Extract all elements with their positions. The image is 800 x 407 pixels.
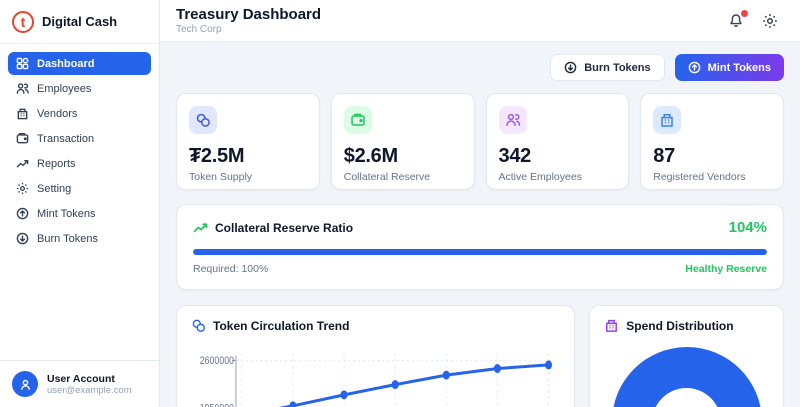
ratio-title: Collateral Reserve Ratio xyxy=(215,221,353,235)
svg-text:1950000: 1950000 xyxy=(200,403,235,407)
burn-tokens-label: Burn Tokens xyxy=(584,62,650,74)
spend-donut xyxy=(612,347,762,407)
arrow-down-circle-icon xyxy=(564,61,577,74)
app-window: t Digital Cash Dashboard Employees Vendo… xyxy=(0,0,800,407)
charts-row: Token Circulation Trend 2600000 1950000 S… xyxy=(176,305,784,407)
gear-icon xyxy=(762,13,778,29)
dashboard-content: Burn Tokens Mint Tokens ₮2.5M Token Supp… xyxy=(160,42,800,407)
burn-tokens-button[interactable]: Burn Tokens xyxy=(550,54,664,81)
user-avatar xyxy=(12,371,38,397)
collateral-reserve-ratio-card: Collateral Reserve Ratio 104% Required: … xyxy=(176,204,784,290)
wallet-icon xyxy=(344,106,372,134)
page-subtitle: Tech Corp xyxy=(176,24,321,35)
sidebar-item-setting[interactable]: Setting xyxy=(8,177,151,200)
token-circulation-trend-card: Token Circulation Trend 2600000 1950000 xyxy=(176,305,575,407)
digital-cash-logo-icon: t xyxy=(12,11,34,33)
sidebar-item-label: Setting xyxy=(37,183,71,195)
required-label: Required: 100% xyxy=(193,263,268,275)
stats-grid: ₮2.5M Token Supply $2.6M Collateral Rese… xyxy=(176,93,784,190)
spend-chart-title: Spend Distribution xyxy=(626,319,733,333)
sidebar-item-label: Dashboard xyxy=(37,58,94,70)
spend-distribution-card: Spend Distribution xyxy=(589,305,784,407)
stat-card-collateral-reserve: $2.6M Collateral Reserve xyxy=(331,93,475,190)
stat-label: Token Supply xyxy=(189,171,307,183)
actions-row: Burn Tokens Mint Tokens xyxy=(176,54,784,81)
stat-card-token-supply: ₮2.5M Token Supply xyxy=(176,93,320,190)
stat-value: ₮2.5M xyxy=(189,145,307,168)
sidebar-item-label: Burn Tokens xyxy=(37,233,98,245)
stat-card-active-employees: 342 Active Employees xyxy=(486,93,630,190)
sidebar-item-employees[interactable]: Employees xyxy=(8,77,151,100)
stat-value: 87 xyxy=(653,145,771,168)
trend-chart-title: Token Circulation Trend xyxy=(213,319,349,333)
brand-name: Digital Cash xyxy=(42,14,117,29)
sidebar-item-label: Reports xyxy=(37,158,76,170)
sidebar-item-transaction[interactable]: Transaction xyxy=(8,127,151,150)
mint-tokens-label: Mint Tokens xyxy=(708,62,771,74)
notification-dot xyxy=(741,10,748,17)
sidebar-item-label: Employees xyxy=(37,83,91,95)
dashboard-grid-icon xyxy=(16,57,29,70)
building-icon xyxy=(653,106,681,134)
building-icon xyxy=(16,107,29,120)
settings-button[interactable] xyxy=(762,13,778,29)
notifications-button[interactable] xyxy=(728,13,744,29)
arrow-up-circle-icon xyxy=(688,61,701,74)
trend-arrow-icon xyxy=(16,157,29,170)
wallet-icon xyxy=(16,132,29,145)
arrow-up-circle-icon xyxy=(16,207,29,220)
sidebar-item-reports[interactable]: Reports xyxy=(8,152,151,175)
trend-chart: 2600000 1950000 xyxy=(191,343,560,407)
reserve-status: Healthy Reserve xyxy=(685,263,767,275)
mint-tokens-button[interactable]: Mint Tokens xyxy=(675,54,784,81)
people-icon xyxy=(499,106,527,134)
page-title: Treasury Dashboard xyxy=(176,6,321,23)
coins-icon xyxy=(191,318,206,333)
reserve-progress-fill xyxy=(193,249,767,255)
sidebar-item-dashboard[interactable]: Dashboard xyxy=(8,52,151,75)
sidebar: t Digital Cash Dashboard Employees Vendo… xyxy=(0,0,160,407)
gear-icon xyxy=(16,182,29,195)
people-icon xyxy=(16,82,29,95)
sidebar-item-label: Vendors xyxy=(37,108,77,120)
sidebar-nav: Dashboard Employees Vendors Transaction … xyxy=(0,44,159,360)
stat-label: Registered Vendors xyxy=(653,171,771,183)
stat-label: Collateral Reserve xyxy=(344,171,462,183)
user-email: user@example.com xyxy=(47,385,132,396)
sidebar-item-burn-tokens[interactable]: Burn Tokens xyxy=(8,227,151,250)
stat-value: $2.6M xyxy=(344,145,462,168)
sidebar-item-vendors[interactable]: Vendors xyxy=(8,102,151,125)
brand: t Digital Cash xyxy=(0,0,159,44)
sidebar-item-label: Mint Tokens xyxy=(37,208,96,220)
reserve-progress-bar xyxy=(193,249,767,255)
main-area: Treasury Dashboard Tech Corp Burn Tokens xyxy=(160,0,800,407)
coins-icon xyxy=(189,106,217,134)
stat-card-registered-vendors: 87 Registered Vendors xyxy=(640,93,784,190)
arrow-down-circle-icon xyxy=(16,232,29,245)
user-account[interactable]: User Account user@example.com xyxy=(0,360,159,407)
user-name: User Account xyxy=(47,373,132,385)
ratio-percent: 104% xyxy=(729,219,767,236)
building-icon xyxy=(604,318,619,333)
stat-label: Active Employees xyxy=(499,171,617,183)
spend-donut-hole xyxy=(652,388,721,407)
topbar: Treasury Dashboard Tech Corp xyxy=(160,0,800,42)
person-icon xyxy=(19,378,32,391)
sidebar-item-mint-tokens[interactable]: Mint Tokens xyxy=(8,202,151,225)
svg-text:2600000: 2600000 xyxy=(200,355,235,367)
trend-arrow-icon xyxy=(193,220,208,235)
stat-value: 342 xyxy=(499,145,617,168)
sidebar-item-label: Transaction xyxy=(37,133,94,145)
